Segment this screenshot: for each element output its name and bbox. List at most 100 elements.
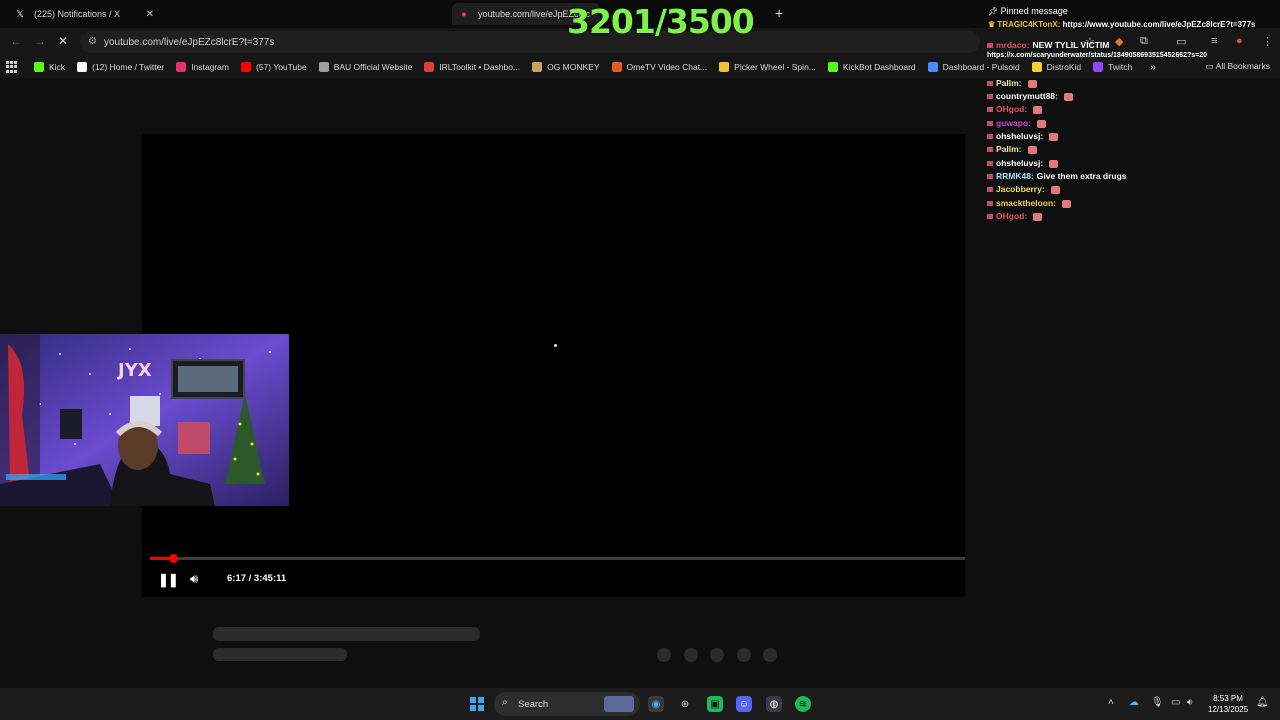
obs-icon[interactable]: ◍ (766, 696, 782, 712)
stop-loading-icon[interactable]: ✕ (58, 34, 68, 48)
microphone-icon[interactable]: 🎙︎ (1151, 697, 1164, 708)
bookmark-item[interactable]: OG MONKEY (532, 62, 600, 72)
bookmark-favicon-icon (424, 62, 435, 72)
bookmark-favicon-icon (176, 62, 187, 72)
badge-icon (987, 174, 993, 180)
pause-icon[interactable]: ❚❚ (158, 572, 179, 588)
chat-username: OHgod: (996, 104, 1028, 114)
apps-grid-icon[interactable] (6, 61, 18, 73)
chrome-icon[interactable]: ◉ (648, 696, 664, 712)
bookmark-label: (12) Home / Twitter (92, 62, 165, 72)
onedrive-icon[interactable]: ☁ (1129, 697, 1139, 708)
bookmark-item[interactable]: Instagram (176, 62, 229, 72)
bookmark-item[interactable]: KickBot Dashboard (827, 62, 916, 72)
emote-icon (1033, 212, 1043, 221)
windows-start-icon[interactable] (470, 697, 484, 711)
bookmark-favicon-icon (240, 62, 251, 72)
chat-message: Pallm: (987, 78, 1037, 88)
badge-icon (987, 147, 993, 153)
badge-icon (987, 214, 993, 220)
site-info-icon[interactable]: ⚙ (88, 36, 97, 47)
bookmark-item[interactable]: Kick (34, 62, 65, 72)
new-tab-button[interactable]: + (775, 5, 783, 21)
close-icon[interactable]: ✕ (146, 9, 154, 20)
bookmark-item[interactable]: Twitch (1093, 62, 1132, 72)
bookmark-favicon-icon (1093, 62, 1104, 72)
progress-bar[interactable] (150, 554, 965, 563)
address-bar[interactable]: ⚙ youtube.com/live/eJpEZc8lcrE?t=377s (80, 31, 980, 53)
bookmark-item[interactable]: DistroKid (1031, 62, 1081, 72)
notifications-icon[interactable]: 🔔︎ (1256, 697, 1269, 708)
spotify-icon[interactable]: ≋ (795, 696, 811, 712)
chat-username: mrdaco: (996, 40, 1030, 50)
app-icon[interactable]: ▣ (707, 696, 723, 712)
taskbar-clock[interactable]: 8:53 PM 12/13/2025 (1208, 693, 1248, 715)
extension-icon[interactable]: ◆ (1115, 35, 1123, 48)
chat-message: ohsheluvsj: (987, 158, 1059, 168)
badge-icon (987, 161, 993, 167)
chat-username: smacktheloon: (996, 198, 1056, 208)
steam-icon[interactable]: ⊛ (677, 696, 693, 712)
cast-icon[interactable]: ▭ (1176, 35, 1186, 48)
youtube-icon: ● (461, 9, 467, 19)
forward-icon[interactable]: → (34, 34, 46, 48)
bookmark-item[interactable]: BAU Official Website (318, 62, 412, 72)
network-icon[interactable]: ▭ (1171, 697, 1180, 708)
bookmark-label: KickBot Dashboard (842, 62, 916, 72)
chat-username: ohsheluvsj: (996, 131, 1044, 141)
title-skeleton (213, 627, 480, 641)
chat-username: countrymutt88: (996, 91, 1058, 101)
tab-x-notifications[interactable]: 𝕏 (225) Notifications / X ✕ (8, 3, 160, 25)
bookmark-favicon-icon (1031, 62, 1042, 72)
chevron-right-icon[interactable]: » (1150, 62, 1156, 73)
scrubber-handle[interactable] (168, 554, 178, 563)
bookmark-item[interactable]: IRLToolkit • Dashbo... (424, 62, 520, 72)
bookmark-item[interactable]: Dashboard - Pulsoid (927, 62, 1020, 72)
bookmark-label: Twitch (1108, 62, 1133, 72)
all-bookmarks-label: All Bookmarks (1215, 61, 1270, 71)
badge-icon (987, 187, 993, 193)
tray-chevron-up-icon[interactable]: ˄ (1108, 697, 1114, 708)
clock-date: 12/13/2025 (1208, 705, 1249, 714)
bookmark-favicon-icon (318, 62, 329, 72)
media-controls-icon[interactable]: ≡ (1211, 35, 1217, 47)
chat-username: OHgod: (996, 211, 1028, 221)
address-url: youtube.com/live/eJpEZc8lcrE?t=377s (104, 36, 275, 48)
bookmark-item[interactable]: (57) YouTube (240, 62, 307, 72)
puzzle-icon[interactable]: ⧉ (1140, 35, 1148, 48)
bookmark-item[interactable]: (12) Home / Twitter (77, 62, 164, 72)
bookmark-favicon-icon (77, 62, 88, 72)
volume-icon[interactable]: 🔊︎ (190, 571, 198, 587)
pinned-text: https://www.youtube.com/live/eJpEZc8lcrE… (1062, 20, 1256, 29)
bookmark-item[interactable]: OmeTV Video Chat... (611, 62, 707, 72)
chat-message: RRMK48: Give them extra drugs (987, 171, 1127, 181)
chat-message: mrdaco: NEW TYLIL VICTIM (987, 40, 1109, 50)
badge-icon (987, 94, 993, 100)
desktop-screen: 𝕏 (225) Notifications / X ✕ ● youtube.co… (0, 0, 1280, 720)
streamer-webcam: JYX (0, 334, 289, 506)
svg-text:JYX: JYX (116, 360, 152, 381)
folder-icon: ▭ (1205, 61, 1214, 71)
bookmark-favicon-icon (927, 62, 938, 72)
profile-avatar-icon[interactable]: ● (1236, 35, 1243, 47)
taskbar-search[interactable]: ⌕ Search (494, 692, 640, 716)
search-label: Search (518, 698, 549, 710)
chat-text: NEW TYLIL VICTIM (1032, 40, 1110, 50)
bookmark-label: Instagram (191, 62, 229, 72)
menu-dots-icon[interactable]: ⋮ (1262, 35, 1273, 48)
emote-icon (1033, 105, 1043, 114)
all-bookmarks-folder[interactable]: ▭ All Bookmarks (1206, 61, 1270, 72)
bookmark-item[interactable]: Picker Wheel - Spin... (719, 62, 816, 72)
chat-username: RRMK48: (996, 171, 1034, 181)
chat-username: Pallm: (996, 144, 1022, 154)
back-icon[interactable]: ← (10, 34, 22, 48)
webcam-scene: JYX (0, 334, 289, 506)
bookmark-label: IRLToolkit • Dashbo... (439, 62, 521, 72)
bookmark-favicon-icon (532, 62, 543, 72)
speaker-icon[interactable]: 🔉︎ (1187, 697, 1193, 708)
chat-message: Pallm: (987, 144, 1037, 154)
loading-spinner (554, 344, 557, 347)
discord-icon[interactable]: ☺ (736, 696, 752, 712)
badge-icon (987, 43, 993, 49)
bookmark-label: OG MONKEY (547, 62, 600, 72)
